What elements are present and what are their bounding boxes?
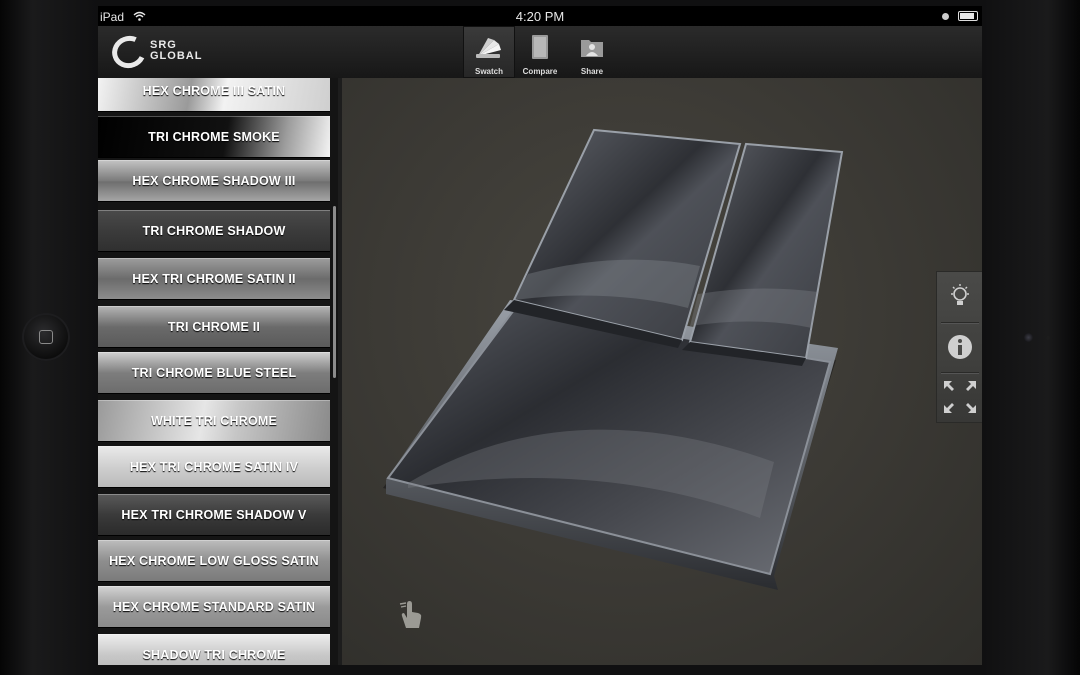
list-item[interactable]: TRI CHROME SHADOW [98, 210, 330, 252]
list-item[interactable]: HEX CHROME III SATIN [98, 78, 330, 112]
screen: iPad 4:20 PM SRG GLOBAL Swatch Compare S… [98, 6, 982, 665]
list-item[interactable]: HEX TRI CHROME SATIN IV [98, 446, 330, 488]
list-item[interactable]: TRI CHROME II [98, 306, 330, 348]
swatch-fan-icon [463, 32, 515, 62]
srg-global-logo: SRG GLOBAL [107, 31, 222, 73]
rotation-lock-icon [941, 12, 949, 20]
list-item[interactable]: WHITE TRI CHROME [98, 400, 330, 442]
swatch-viewer[interactable] [338, 78, 982, 665]
compare-label: Compare [522, 67, 558, 76]
top-toolbar: SRG GLOBAL Swatch Compare Share [98, 26, 982, 80]
finish-list[interactable]: HEX CHROME III SATIN TRI CHROME SMOKE HE… [98, 78, 338, 665]
logo-swoosh-icon [107, 31, 151, 73]
list-item[interactable]: HEX CHROME STANDARD SATIN [98, 586, 330, 628]
swatch-label: Swatch [474, 67, 503, 76]
swatch-button[interactable]: Swatch [463, 26, 515, 78]
clock: 4:20 PM [515, 9, 565, 24]
chrome-swatch-3d[interactable] [338, 78, 982, 665]
list-item[interactable]: TRI CHROME SMOKE [98, 116, 330, 158]
info-icon[interactable] [937, 322, 982, 372]
share-label: Share [580, 67, 604, 76]
battery-icon [958, 11, 978, 22]
share-button[interactable]: Share [566, 26, 618, 78]
list-item[interactable]: TRI CHROME BLUE STEEL [98, 352, 330, 394]
list-item[interactable]: HEX TRI CHROME SHADOW V [98, 494, 330, 536]
list-item[interactable]: HEX CHROME LOW GLOSS SATIN [98, 540, 330, 582]
lightbulb-icon[interactable] [937, 272, 982, 322]
sensor-dot [1046, 336, 1050, 340]
list-scrollbar[interactable] [333, 206, 336, 378]
logo-line-2: GLOBAL [150, 50, 203, 62]
home-button[interactable] [22, 313, 70, 361]
list-item[interactable]: HEX TRI CHROME SATIN II [98, 258, 330, 300]
compare-panel-icon [514, 32, 566, 62]
viewer-tools-panel [936, 271, 982, 423]
share-person-icon [566, 32, 618, 62]
camera-icon [1024, 333, 1033, 342]
compare-button[interactable]: Compare [514, 26, 566, 78]
expand-arrows-icon[interactable] [937, 372, 982, 422]
list-item[interactable]: HEX CHROME SHADOW III [98, 160, 330, 202]
touch-gesture-icon [398, 600, 424, 635]
status-bar: iPad 4:20 PM [98, 6, 982, 26]
list-item[interactable]: SHADOW TRI CHROME [98, 634, 330, 665]
